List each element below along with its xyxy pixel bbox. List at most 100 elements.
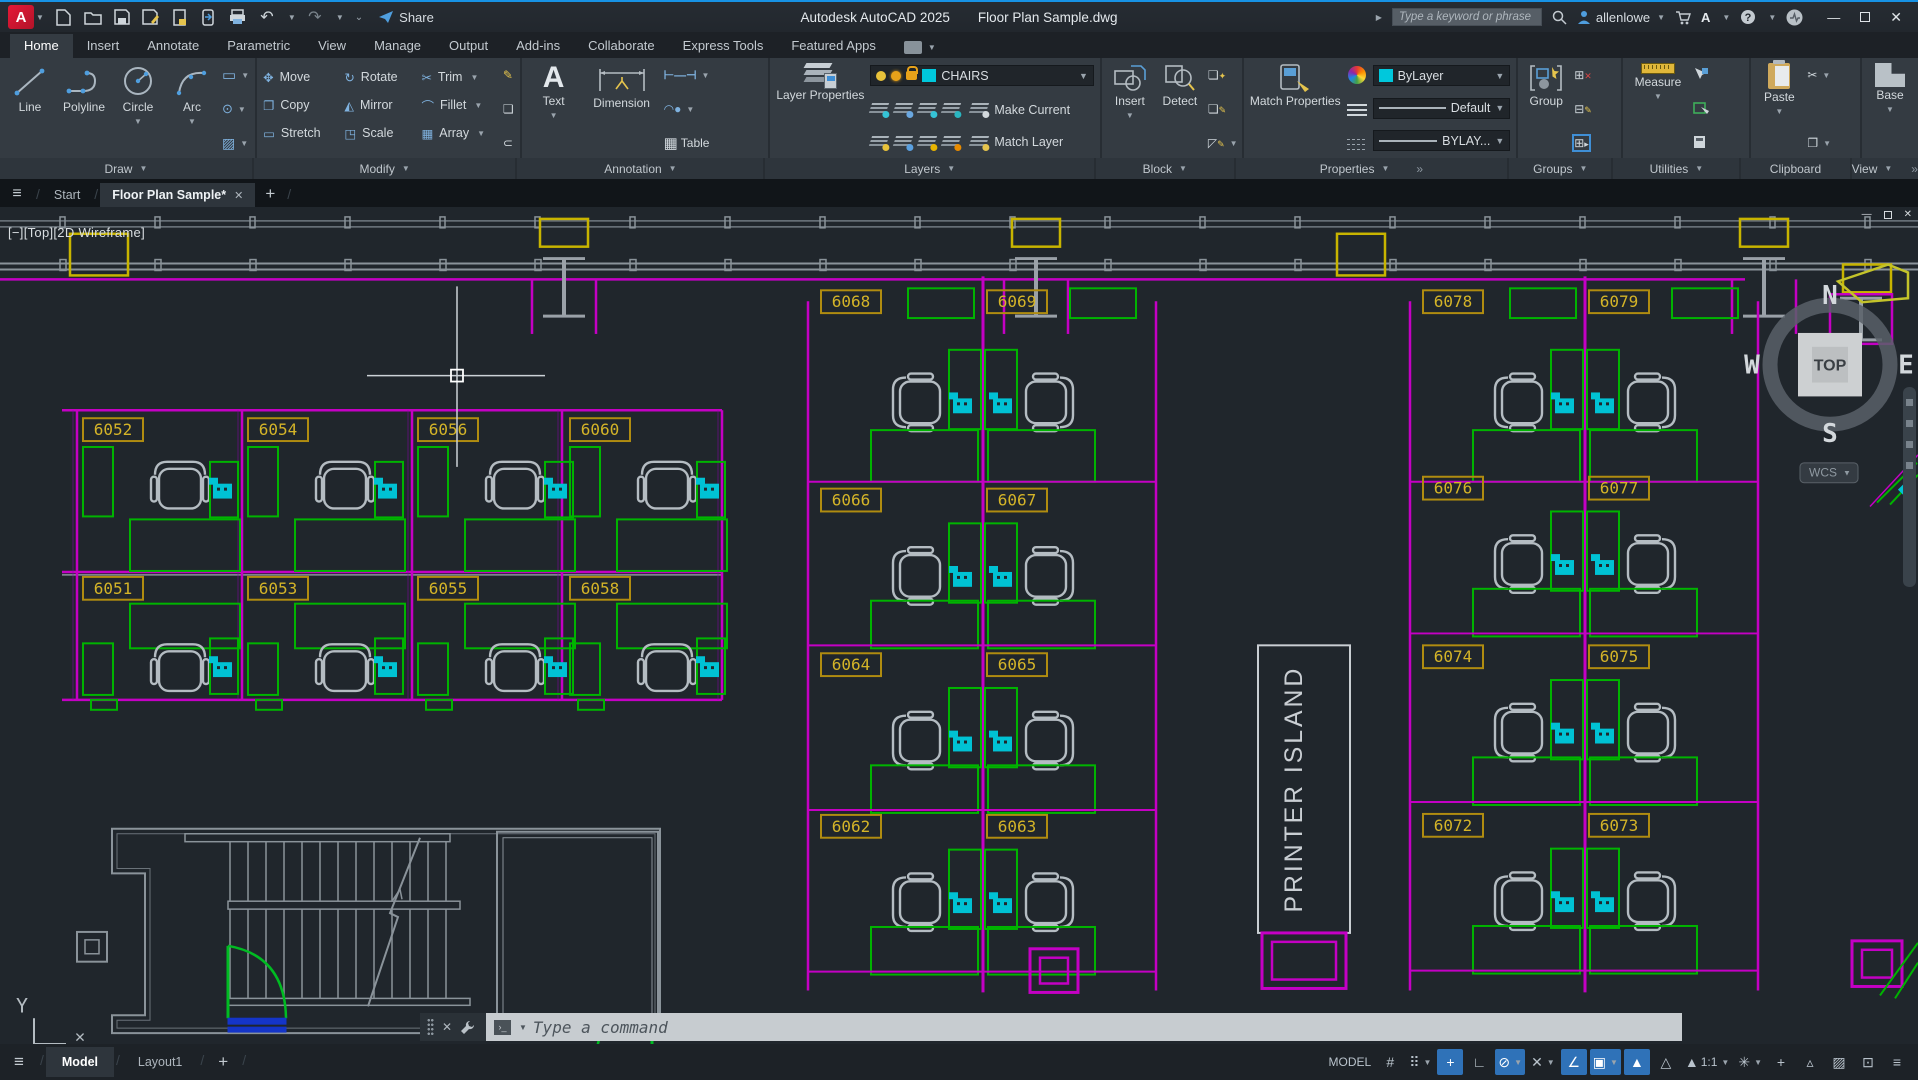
rectangle-icon[interactable]: ▭ <box>222 66 236 84</box>
search-input[interactable] <box>1392 8 1542 26</box>
quick-calculator-icon[interactable] <box>1693 135 1706 152</box>
ribbon-tab-add-ins[interactable]: Add-ins <box>502 34 574 58</box>
array-tool[interactable]: ▦Array▼ <box>421 126 496 141</box>
add-cleanup[interactable]: + <box>1768 1049 1794 1075</box>
cut-clip-icon[interactable]: ✂ <box>1807 68 1817 82</box>
polyline-tool[interactable]: Polyline <box>62 65 106 155</box>
linetype-icon[interactable] <box>1347 138 1367 152</box>
floor-plan-drawing[interactable]: 6052 6054 6056 6060 6051 6053 <box>0 207 1918 1044</box>
lineweight-combo[interactable]: Default▼ <box>1373 98 1511 119</box>
make-current-icon[interactable] <box>968 103 989 116</box>
command-input[interactable]: ›_ ▼ Type a command <box>486 1013 1682 1041</box>
circle-tool[interactable]: Circle▼ <box>116 65 160 155</box>
quick-select-icon[interactable] <box>1693 67 1709 84</box>
ungroup-icon[interactable]: ⊞✕ <box>1574 68 1592 82</box>
layer-off-icon[interactable] <box>868 103 889 116</box>
ribbon-display-icon[interactable] <box>904 41 922 54</box>
grid-display-toggle[interactable]: # <box>1377 1049 1403 1075</box>
ribbon-tab-insert[interactable]: Insert <box>73 34 134 58</box>
command-line-bar[interactable]: ✕ ›_ ▼ Type a command <box>420 1013 1682 1041</box>
maximize-button[interactable] <box>1860 12 1870 22</box>
object-snap-tracking-toggle[interactable]: ∠ <box>1561 1049 1587 1075</box>
mobile-sync-icon[interactable] <box>199 8 219 26</box>
isolate-objects[interactable]: ▵ <box>1797 1049 1823 1075</box>
close-tab-icon[interactable]: ✕ <box>234 189 243 202</box>
graphics-performance[interactable]: ▨ <box>1826 1049 1852 1075</box>
vp-minimize-icon[interactable]: — <box>1862 209 1872 220</box>
layers-panel-label[interactable]: Layers▼ <box>765 158 1096 179</box>
annotation-scale[interactable]: ▲1:1▼ <box>1682 1049 1732 1075</box>
properties-panel-label[interactable]: Properties▼» <box>1236 158 1510 179</box>
erase-icon[interactable]: ✎ <box>503 68 513 82</box>
command-grip[interactable]: ✕ <box>420 1013 486 1041</box>
trim-tool[interactable]: ✂Trim▼ <box>421 70 496 85</box>
ribbon-tab-home[interactable]: Home <box>10 34 73 58</box>
open-folder-icon[interactable] <box>83 8 103 26</box>
undo-icon[interactable]: ↶ <box>257 8 277 26</box>
dynamic-input-toggle[interactable]: + <box>1437 1049 1463 1075</box>
paste-button[interactable]: Paste▼ <box>1757 63 1801 155</box>
qat-customize-icon[interactable]: ⌄ <box>355 12 363 23</box>
lineweight-icon[interactable] <box>1347 104 1367 118</box>
workspace-switcher[interactable]: ✳▼ <box>1735 1049 1765 1075</box>
measure-button[interactable]: Measure▼ <box>1629 63 1687 155</box>
point-style-icon[interactable] <box>1693 101 1709 118</box>
stretch-tool[interactable]: ▭Stretch <box>263 126 332 141</box>
command-close-icon[interactable]: ✕ <box>442 1020 452 1034</box>
layer-isolate-icon[interactable] <box>892 103 913 116</box>
undo-caret-icon[interactable]: ▼ <box>288 13 296 22</box>
ribbon-tab-collaborate[interactable]: Collaborate <box>574 34 669 58</box>
layer-thaw-icon[interactable] <box>916 136 937 149</box>
object-color-combo[interactable]: ByLayer▼ <box>1373 65 1511 86</box>
ribbon-tab-express-tools[interactable]: Express Tools <box>669 34 778 58</box>
detect-button[interactable]: Detect <box>1158 63 1202 155</box>
arc-tool[interactable]: Arc▼ <box>170 65 214 155</box>
plot-sheet-icon[interactable] <box>170 8 190 26</box>
navigation-bar[interactable] <box>1903 387 1916 587</box>
ribbon-tab-manage[interactable]: Manage <box>360 34 435 58</box>
color-wheel-icon[interactable] <box>1348 66 1366 84</box>
view-panel-label[interactable]: View▼» <box>1852 158 1918 179</box>
block-create-icon[interactable]: ❏✦ <box>1208 68 1226 82</box>
group-button[interactable]: Group <box>1524 63 1568 155</box>
customization-menu[interactable]: ≡ <box>1884 1049 1910 1075</box>
ortho-mode-toggle[interactable]: ∟ <box>1466 1049 1492 1075</box>
match-layer-button[interactable]: Match Layer <box>994 135 1063 149</box>
group-edit-icon[interactable]: ⊟✎ <box>1574 102 1592 116</box>
mirror-tool[interactable]: ◭Mirror <box>344 98 409 113</box>
leader-icon[interactable]: ◠● <box>664 102 682 116</box>
copy-tool[interactable]: ❐Copy <box>263 98 332 113</box>
vp-restore-icon[interactable] <box>1884 211 1892 219</box>
ribbon-tab-featured-apps[interactable]: Featured Apps <box>777 34 890 58</box>
autodesk-access-icon[interactable]: A <box>1701 10 1710 25</box>
start-tab[interactable]: Start <box>42 183 92 207</box>
groups-panel-label[interactable]: Groups▼ <box>1509 158 1613 179</box>
object-snap-toggle[interactable]: ▣▼ <box>1590 1049 1621 1075</box>
base-view-button[interactable]: Base▼ <box>1868 63 1912 155</box>
modify-panel-label[interactable]: Modify▼ <box>254 158 518 179</box>
new-drawing-tab-button[interactable]: + <box>255 184 285 207</box>
layer-properties-button[interactable]: Layer Properties <box>776 63 864 155</box>
linear-dimension-icon[interactable]: ⊢—⊣ <box>664 68 697 82</box>
hatch-icon[interactable]: ▨ <box>222 135 235 152</box>
ribbon-tab-parametric[interactable]: Parametric <box>213 34 304 58</box>
layer-edit-icon[interactable] <box>892 136 913 149</box>
new-file-icon[interactable] <box>54 8 74 26</box>
ribbon-display-caret-icon[interactable]: ▼ <box>928 43 936 52</box>
annotation-panel-label[interactable]: Annotation▼ <box>517 158 765 179</box>
command-wrench-icon[interactable] <box>460 1020 475 1035</box>
share-button[interactable]: Share <box>378 10 434 25</box>
layout-menu-icon[interactable]: ≡ <box>0 1052 38 1072</box>
vp-close-icon[interactable]: ✕ <box>1904 209 1912 220</box>
new-layout-button[interactable]: + <box>206 1052 240 1072</box>
minimize-button[interactable]: — <box>1827 10 1840 25</box>
help-icon[interactable]: ? <box>1740 9 1756 25</box>
offset-icon[interactable]: ⊂ <box>503 136 513 150</box>
scale-tool[interactable]: ◳Scale <box>344 126 409 141</box>
app-menu-caret-icon[interactable]: ▼ <box>36 13 44 22</box>
match-layer-icon[interactable] <box>968 136 989 149</box>
dimension-tool[interactable]: Dimension <box>586 63 658 155</box>
text-tool[interactable]: A Text▼ <box>528 63 580 155</box>
drawing-canvas[interactable]: — ✕ [−][Top][2D Wireframe] 6052 6054 605… <box>0 207 1918 1044</box>
file-tab-menu-icon[interactable]: ≡ <box>0 185 34 207</box>
